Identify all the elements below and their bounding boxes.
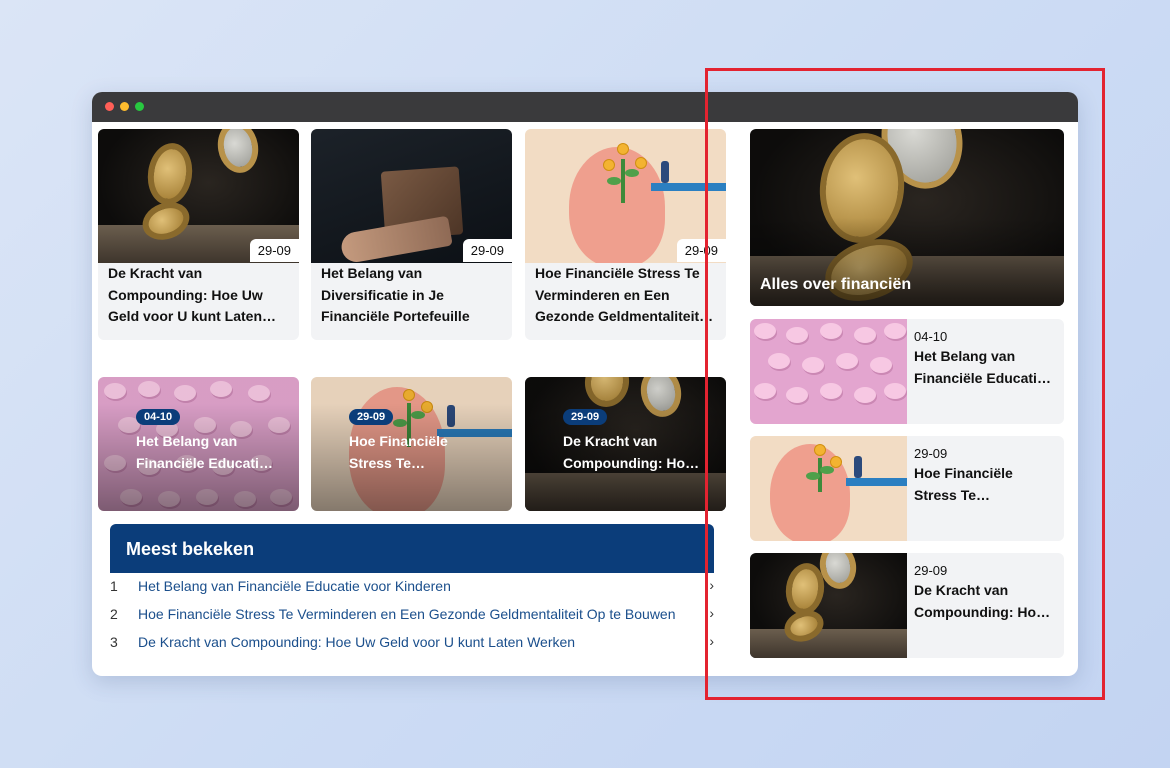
article-card-diversification[interactable]: 29-09 Het Belang van Diversificatie in J… [311,129,512,340]
head-plant-image [750,436,907,541]
most-viewed-link[interactable]: De Kracht van Compounding: Hoe Uw Geld v… [138,634,575,650]
article-title[interactable]: Hoe Financiële Stress Te Verminderen en … [535,263,716,328]
sidebar-article[interactable]: 29-09 Hoe Financiële Stress Te Verminder… [750,436,1064,541]
article-title[interactable]: Het Belang van Financiële Educatie voor … [914,345,1056,389]
most-viewed-item[interactable]: 1 Het Belang van Financiële Educatie voo… [110,575,714,599]
chevron-right-icon: › [709,633,714,649]
article-date: 04-10 [914,329,948,344]
article-card-financial-stress[interactable]: 29-09 Hoe Financiële Stress Te Verminder… [525,129,726,340]
article-date: 29-09 [462,239,512,262]
article-date: 29-09 [676,239,726,262]
date-badge: 04-10 [136,409,181,425]
most-viewed-link[interactable]: Hoe Financiële Stress Te Verminderen en … [138,606,676,622]
date-badge: 29-09 [563,409,608,425]
most-viewed-item[interactable]: 2 Hoe Financiële Stress Te Verminderen e… [110,603,714,627]
article-title[interactable]: De Kracht van Compounding: Hoe Uw Geld v… [108,263,289,328]
close-dot-icon[interactable] [105,102,114,111]
most-viewed-link[interactable]: Het Belang van Financiële Educatie voor … [138,578,451,594]
chevron-right-icon: › [709,577,714,593]
feature-card-finance[interactable]: Alles over financiën [750,129,1064,306]
article-card-compounding[interactable]: 29-09 De Kracht van Compounding: Hoe Uw … [98,129,299,340]
overlay-title[interactable]: Hoe Financiële Stress Te Verminderen en … [349,430,489,474]
article-date: 29-09 [914,446,948,461]
most-viewed-item[interactable]: 3 De Kracht van Compounding: Hoe Uw Geld… [110,631,714,655]
article-date: 29-09 [249,239,299,262]
chevron-right-icon: › [709,605,714,621]
overlay-card-compounding[interactable]: 29-09 De Kracht van Compounding: Hoe Uw … [525,377,726,511]
minimize-dot-icon[interactable] [120,102,129,111]
article-title[interactable]: Het Belang van Diversificatie in Je Fina… [321,263,502,328]
window-titlebar [92,92,1078,122]
coins-image [750,553,907,658]
maximize-dot-icon[interactable] [135,102,144,111]
overlay-card-financial-education[interactable]: 04-10 Het Belang van Financiële Educatie… [98,377,299,511]
browser-window: 29-09 De Kracht van Compounding: Hoe Uw … [92,92,1078,676]
feature-title[interactable]: Alles over financiën [760,276,911,294]
rank-number: 1 [110,578,118,594]
date-badge: 29-09 [349,409,394,425]
article-date: 29-09 [914,563,948,578]
article-title[interactable]: De Kracht van Compounding: Hoe Uw Geld v… [914,579,1056,623]
overlay-title[interactable]: Het Belang van Financiële Educatie voor … [136,430,276,474]
sidebar-article[interactable]: 29-09 De Kracht van Compounding: Hoe Uw … [750,553,1064,658]
sidebar-article[interactable]: 04-10 Het Belang van Financiële Educatie… [750,319,1064,424]
most-viewed-heading: Meest bekeken [110,524,714,573]
rank-number: 3 [110,634,118,650]
piggy-banks-image [750,319,907,424]
overlay-card-financial-stress[interactable]: 29-09 Hoe Financiële Stress Te Verminder… [311,377,512,511]
rank-number: 2 [110,606,118,622]
overlay-title[interactable]: De Kracht van Compounding: Hoe Uw Geld v… [563,430,703,474]
article-title[interactable]: Hoe Financiële Stress Te Verminderen en … [914,462,1056,506]
